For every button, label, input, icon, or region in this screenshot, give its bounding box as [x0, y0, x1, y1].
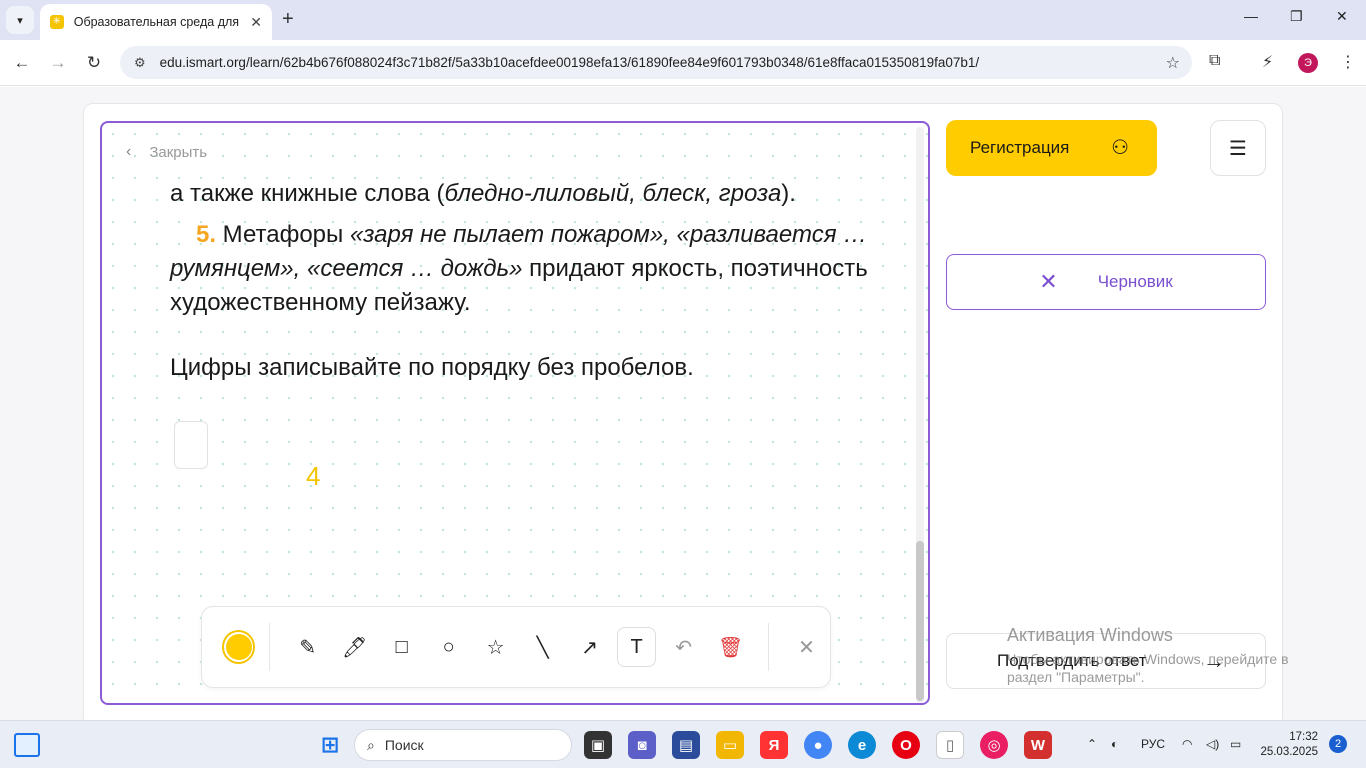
- browser-tab-bar: ▾ ✳ Образовательная среда для са ✕ + — ❐…: [0, 0, 1366, 40]
- tab-search-icon[interactable]: ▾: [6, 6, 34, 34]
- address-bar[interactable]: ⚙ edu.ismart.org/learn/62b4b676f088024f3…: [120, 46, 1192, 79]
- menu-icon: ☰: [1229, 137, 1247, 160]
- browser-tab[interactable]: ✳ Образовательная среда для са ✕: [40, 4, 272, 40]
- draft-label: Черновик: [1097, 272, 1173, 291]
- save-app-icon[interactable]: ▤: [672, 731, 700, 759]
- site-info-icon[interactable]: ⚙: [134, 55, 146, 71]
- tab-title: Образовательная среда для са: [73, 15, 241, 29]
- yandex-icon[interactable]: Я: [760, 731, 788, 759]
- profile-avatar[interactable]: Э: [1298, 53, 1318, 73]
- url-text[interactable]: edu.ismart.org/learn/62b4b676f088024f3c7…: [160, 55, 980, 70]
- bookmark-star-icon[interactable]: ☆: [1166, 53, 1180, 73]
- opera-icon[interactable]: O: [892, 731, 920, 759]
- app-icon[interactable]: ◎: [980, 731, 1008, 759]
- task-view-icon[interactable]: ▣: [584, 731, 612, 759]
- watermark-subtitle: Чтобы активировать Windows, перейдите в …: [1007, 651, 1289, 685]
- clock[interactable]: 17:32 25.03.2025: [1260, 730, 1318, 760]
- notification-badge[interactable]: 2: [1329, 735, 1347, 753]
- toolbar-divider: [269, 623, 271, 671]
- document-icon[interactable]: ▯: [936, 731, 964, 759]
- volume-icon[interactable]: ◁): [1206, 737, 1219, 751]
- site-favicon-icon: ✳: [50, 15, 64, 29]
- task-item-5: 5. Метафоры «заря не пылает пожаром», «р…: [170, 221, 868, 316]
- maximize-icon[interactable]: ❐: [1290, 8, 1303, 25]
- browser-toolbar: ← → ↻ ⚙ edu.ismart.org/learn/62b4b676f08…: [0, 40, 1366, 86]
- drawn-annotation-text: 4: [306, 461, 321, 491]
- chevron-left-icon: ‹: [126, 143, 132, 160]
- minimize-icon[interactable]: —: [1244, 8, 1258, 24]
- close-draft-icon: ✕: [1039, 269, 1058, 294]
- line-icon[interactable]: ╲: [523, 627, 562, 667]
- widgets-icon[interactable]: [14, 733, 40, 757]
- clock-date: 25.03.2025: [1260, 746, 1318, 758]
- circle-icon[interactable]: ○: [429, 627, 468, 667]
- drawing-toolbar: ✎ 🖊︎ □ ○ ☆ ╲ ↗ T ↶ 🗑︎ ✕: [201, 606, 831, 688]
- scrollbar-thumb[interactable]: [916, 541, 924, 701]
- start-icon[interactable]: ⊞: [316, 731, 344, 759]
- pencil-icon[interactable]: ✎: [288, 627, 327, 667]
- file-explorer-icon[interactable]: ▭: [716, 731, 744, 759]
- arrow-icon[interactable]: ↗: [570, 627, 609, 667]
- back-icon[interactable]: ←: [9, 50, 35, 76]
- menu-button[interactable]: ☰: [1210, 120, 1266, 176]
- forward-icon[interactable]: →: [45, 50, 71, 76]
- item-number: 5.: [196, 221, 217, 248]
- trash-icon[interactable]: 🗑︎: [711, 627, 750, 667]
- taskbar-search[interactable]: ⌕ Поиск: [354, 729, 572, 761]
- undo-icon[interactable]: ↶: [664, 627, 703, 667]
- extensions-icon[interactable]: ⧉: [1209, 52, 1220, 70]
- text-tool-icon[interactable]: T: [617, 627, 657, 667]
- windows-activation-watermark: Активация Windows Чтобы активировать Win…: [1007, 625, 1327, 686]
- color-picker-button[interactable]: [222, 630, 256, 664]
- marker-icon[interactable]: 🖊︎: [335, 627, 374, 667]
- chrome-icon[interactable]: ●: [804, 731, 832, 759]
- window-close-icon[interactable]: ✕: [1336, 8, 1348, 25]
- search-icon: ⌕: [367, 736, 375, 753]
- task-panel: ‹ Закрыть а также книжные слова (бледно-…: [100, 121, 930, 705]
- battery-icon[interactable]: ▭: [1230, 737, 1241, 751]
- close-task-link[interactable]: ‹ Закрыть: [126, 143, 207, 161]
- tray-expand-icon[interactable]: ⌃: [1087, 737, 1097, 751]
- edge-icon[interactable]: e: [848, 731, 876, 759]
- watermark-title: Активация Windows: [1007, 625, 1173, 645]
- answer-input[interactable]: [174, 421, 208, 469]
- browser-menu-icon[interactable]: ⋮: [1340, 52, 1356, 72]
- close-label: Закрыть: [149, 143, 208, 161]
- tray-app-icon[interactable]: ◐: [1111, 737, 1118, 751]
- windows-taskbar: ⊞ ⌕ Поиск ▣ ◙ ▤ ▭ Я ● e O ▯ ◎ W ⌃ ◐ РУС …: [0, 720, 1366, 768]
- teams-icon[interactable]: ◙: [628, 731, 656, 759]
- user-icon: ⚇: [1111, 137, 1129, 159]
- clock-time: 17:32: [1289, 731, 1318, 743]
- performance-icon[interactable]: ⚡: [1262, 52, 1273, 72]
- language-indicator[interactable]: РУС: [1141, 737, 1165, 751]
- search-placeholder: Поиск: [384, 737, 424, 753]
- toolbar-divider: [768, 623, 770, 671]
- rectangle-icon[interactable]: □: [382, 627, 421, 667]
- wps-icon[interactable]: W: [1024, 731, 1052, 759]
- wifi-icon[interactable]: ◠: [1182, 737, 1192, 751]
- register-button[interactable]: Регистрация ⚇: [946, 120, 1157, 176]
- star-icon[interactable]: ☆: [476, 627, 515, 667]
- new-tab-icon[interactable]: +: [282, 8, 294, 31]
- draft-button[interactable]: ✕ Черновик: [946, 254, 1266, 310]
- tab-close-icon[interactable]: ✕: [250, 14, 262, 31]
- register-label: Регистрация: [970, 138, 1070, 157]
- close-toolbar-icon[interactable]: ✕: [787, 627, 826, 667]
- task-instruction: Цифры записывайте по порядку без пробело…: [170, 354, 694, 381]
- task-text-line: а также книжные слова (бледно-лиловый, б…: [170, 180, 796, 207]
- reload-icon[interactable]: ↻: [81, 50, 107, 76]
